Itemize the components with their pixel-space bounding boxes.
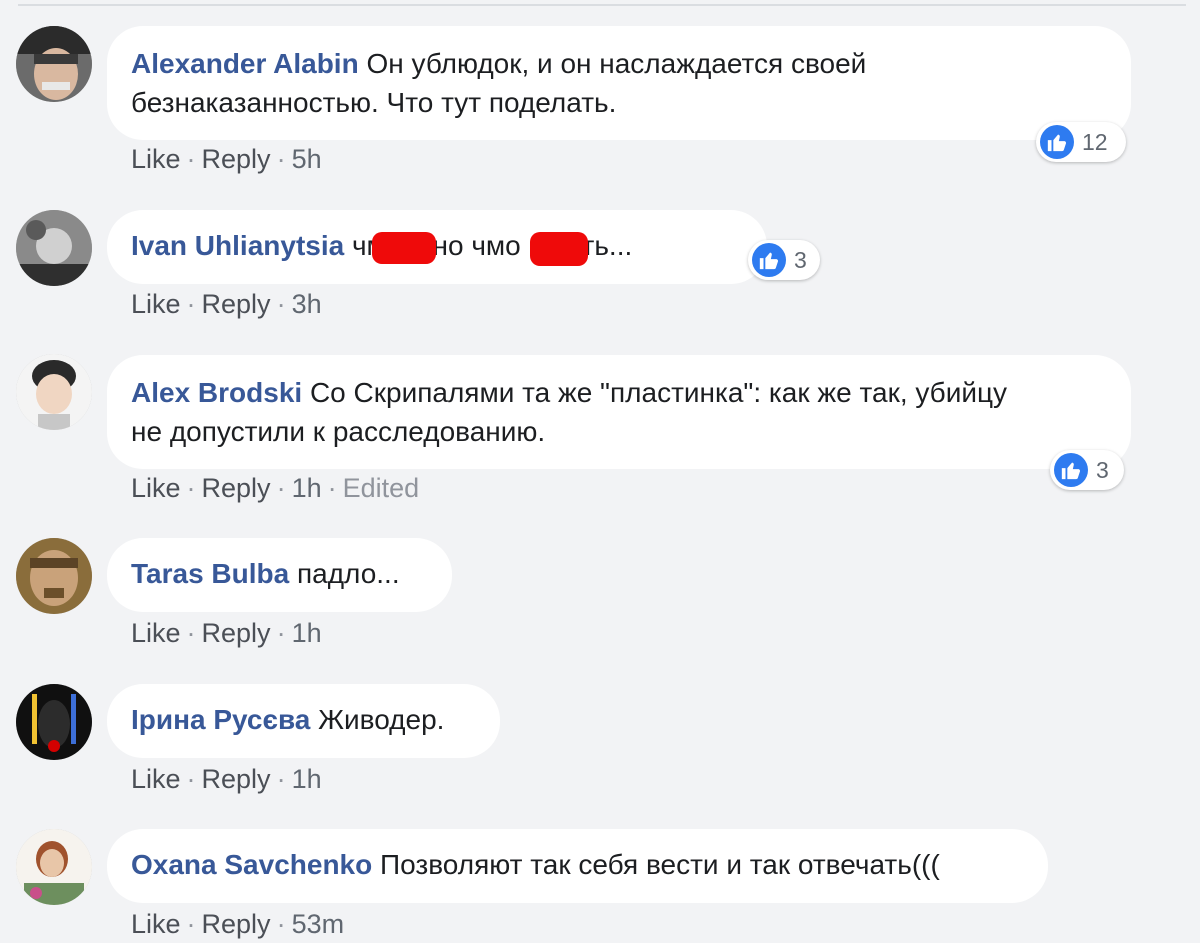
thumbs-up-icon [1040, 125, 1074, 159]
separator: · [186, 473, 196, 503]
separator: · [186, 618, 196, 648]
thumbs-up-icon [752, 243, 786, 277]
comment-bubble: Alex Brodski Со Скрипалями та же "пласти… [107, 355, 1131, 469]
separator: · [327, 473, 337, 503]
separator: · [276, 618, 286, 648]
comment-bubble: Ivan Uhlianytsia чмо, оно чмо и есть... [107, 210, 767, 284]
reaction-count[interactable]: 3 [1050, 450, 1124, 490]
like-count: 3 [794, 246, 807, 273]
comment-text: Он ублюдок, и он наслаждается своей [366, 48, 867, 79]
avatar[interactable] [16, 26, 92, 102]
comment-text: падло... [296, 558, 400, 589]
comment-author[interactable]: Ivan Uhlianytsia [131, 230, 344, 261]
comment-author[interactable]: Taras Bulba [131, 558, 289, 589]
separator: · [276, 473, 286, 503]
like-link[interactable]: Like [131, 289, 181, 319]
comment-actions: Like · Reply · 5h [131, 144, 322, 175]
comment-bubble: Ірина Русєва Живодер. [107, 684, 500, 758]
like-link[interactable]: Like [131, 144, 181, 174]
separator: · [276, 289, 286, 319]
comment-text-line2: безнаказанностью. Что тут поделать. [131, 87, 617, 118]
comment-actions: Like · Reply · 53m [131, 909, 344, 940]
avatar[interactable] [16, 538, 92, 614]
reply-link[interactable]: Reply [202, 144, 271, 174]
comment-text: Позволяют так себя вести и так отвечать(… [380, 849, 940, 880]
like-link[interactable]: Like [131, 473, 181, 503]
comment-author[interactable]: Ірина Русєва [131, 704, 310, 735]
timestamp[interactable]: 53m [292, 909, 345, 939]
separator: · [186, 764, 196, 794]
reply-link[interactable]: Reply [202, 764, 271, 794]
separator: · [186, 144, 196, 174]
avatar[interactable] [16, 829, 92, 905]
separator: · [276, 764, 286, 794]
comment-text: Живодер. [318, 704, 445, 735]
comment-bubble: Oxana Savchenko Позволяют так себя вести… [107, 829, 1048, 903]
timestamp[interactable]: 5h [292, 144, 322, 174]
comment-author[interactable]: Alexander Alabin [131, 48, 359, 79]
thumbs-up-icon [1054, 453, 1088, 487]
comment-bubble: Taras Bulba падло... [107, 538, 452, 612]
timestamp[interactable]: 1h [292, 618, 322, 648]
avatar[interactable] [16, 210, 92, 286]
like-count: 12 [1082, 128, 1108, 155]
separator: · [276, 909, 286, 939]
reply-link[interactable]: Reply [202, 289, 271, 319]
separator: · [276, 144, 286, 174]
avatar[interactable] [16, 354, 92, 430]
comment-actions: Like · Reply · 1h [131, 764, 322, 795]
comment-actions: Like · Reply · 1h [131, 618, 322, 649]
like-link[interactable]: Like [131, 618, 181, 648]
comment-text: Со Скрипалями та же "пластинка": как же … [309, 377, 1008, 408]
like-count: 3 [1096, 456, 1109, 483]
like-link[interactable]: Like [131, 909, 181, 939]
comment-author[interactable]: Oxana Savchenko [131, 849, 372, 880]
separator: · [186, 289, 196, 319]
reply-link[interactable]: Reply [202, 473, 271, 503]
reply-link[interactable]: Reply [202, 618, 271, 648]
like-link[interactable]: Like [131, 764, 181, 794]
timestamp[interactable]: 1h [292, 764, 322, 794]
edited-label[interactable]: Edited [343, 473, 420, 503]
reply-link[interactable]: Reply [202, 909, 271, 939]
avatar[interactable] [16, 684, 92, 760]
comment-author[interactable]: Alex Brodski [131, 377, 302, 408]
reaction-count[interactable]: 3 [748, 240, 820, 280]
comment-text-line2: не допустили к расследованию. [131, 416, 546, 447]
redaction-mark [372, 232, 436, 264]
separator: · [186, 909, 196, 939]
top-divider [18, 4, 1186, 6]
comment-actions: Like · Reply · 1h · Edited [131, 473, 419, 504]
comment-actions: Like · Reply · 3h [131, 289, 322, 320]
comment-bubble: Alexander Alabin Он ублюдок, и он наслаж… [107, 26, 1131, 140]
timestamp[interactable]: 3h [292, 289, 322, 319]
reaction-count[interactable]: 12 [1036, 122, 1126, 162]
redaction-mark [530, 232, 588, 266]
timestamp[interactable]: 1h [292, 473, 322, 503]
